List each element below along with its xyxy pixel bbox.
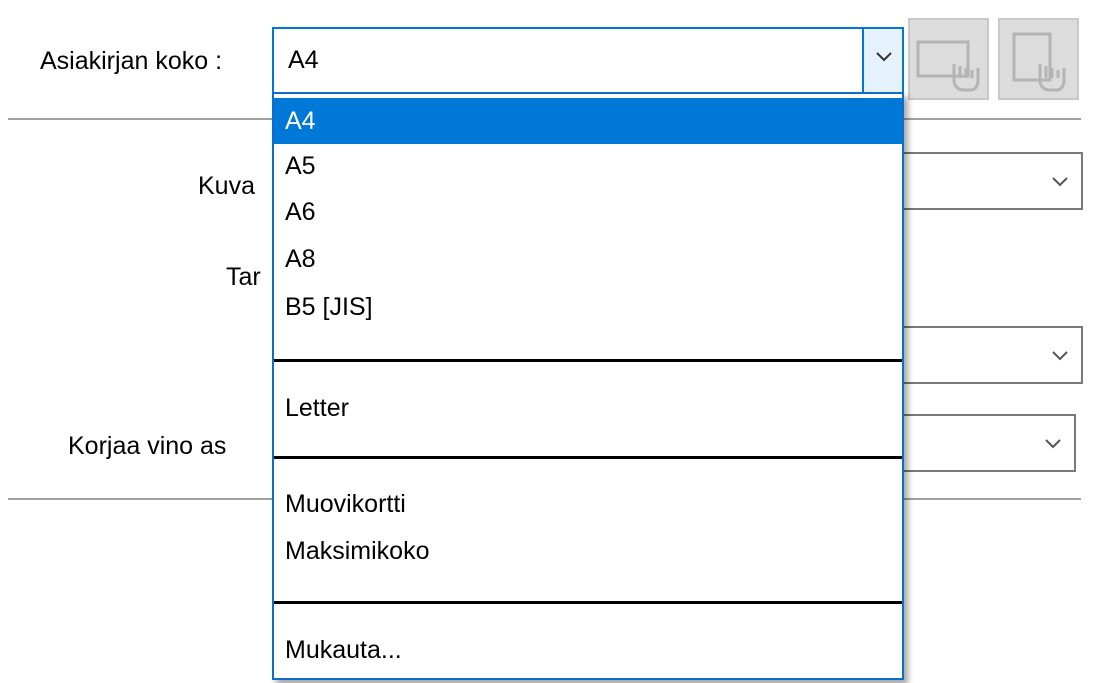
option-a4[interactable]: A4 bbox=[274, 98, 902, 144]
document-size-dropdown-list: A4 A5 A6 A8 B5 [JIS] Letter Muovikortti … bbox=[272, 92, 904, 680]
option-a6[interactable]: A6 bbox=[274, 189, 902, 235]
korjaa-label: Korjaa vino as bbox=[68, 432, 227, 460]
document-size-value: A4 bbox=[288, 46, 319, 74]
chevron-down-icon bbox=[1045, 439, 1061, 449]
portrait-orientation-button[interactable] bbox=[998, 18, 1079, 100]
option-a5[interactable]: A5 bbox=[274, 143, 902, 189]
document-size-label: Asiakirjan koko : bbox=[40, 47, 223, 75]
chevron-down-icon bbox=[876, 52, 892, 62]
document-size-dropdown-button[interactable] bbox=[862, 29, 902, 92]
landscape-page-hand-icon bbox=[916, 40, 980, 92]
portrait-page-hand-icon bbox=[1012, 32, 1066, 92]
tar-label: Tar bbox=[226, 263, 261, 291]
option-b5-jis[interactable]: B5 [JIS] bbox=[274, 284, 902, 330]
kuva-label: Kuva bbox=[198, 172, 255, 200]
dropdown-separator bbox=[274, 601, 902, 604]
option-muovikortti[interactable]: Muovikortti bbox=[274, 481, 902, 527]
scan-settings-panel: Asiakirjan koko : A4 Kuva Tar Korjaa vin… bbox=[0, 0, 1105, 683]
option-a8[interactable]: A8 bbox=[274, 236, 902, 282]
chevron-down-icon bbox=[1052, 351, 1068, 361]
dropdown-separator bbox=[274, 456, 902, 459]
dropdown-separator bbox=[274, 359, 902, 362]
document-size-select[interactable]: A4 bbox=[272, 27, 904, 94]
option-letter[interactable]: Letter bbox=[274, 385, 902, 431]
option-maksimikoko[interactable]: Maksimikoko bbox=[274, 528, 902, 574]
chevron-down-icon bbox=[1052, 177, 1068, 187]
landscape-orientation-button[interactable] bbox=[908, 18, 989, 100]
option-mukauta[interactable]: Mukauta... bbox=[274, 627, 902, 673]
